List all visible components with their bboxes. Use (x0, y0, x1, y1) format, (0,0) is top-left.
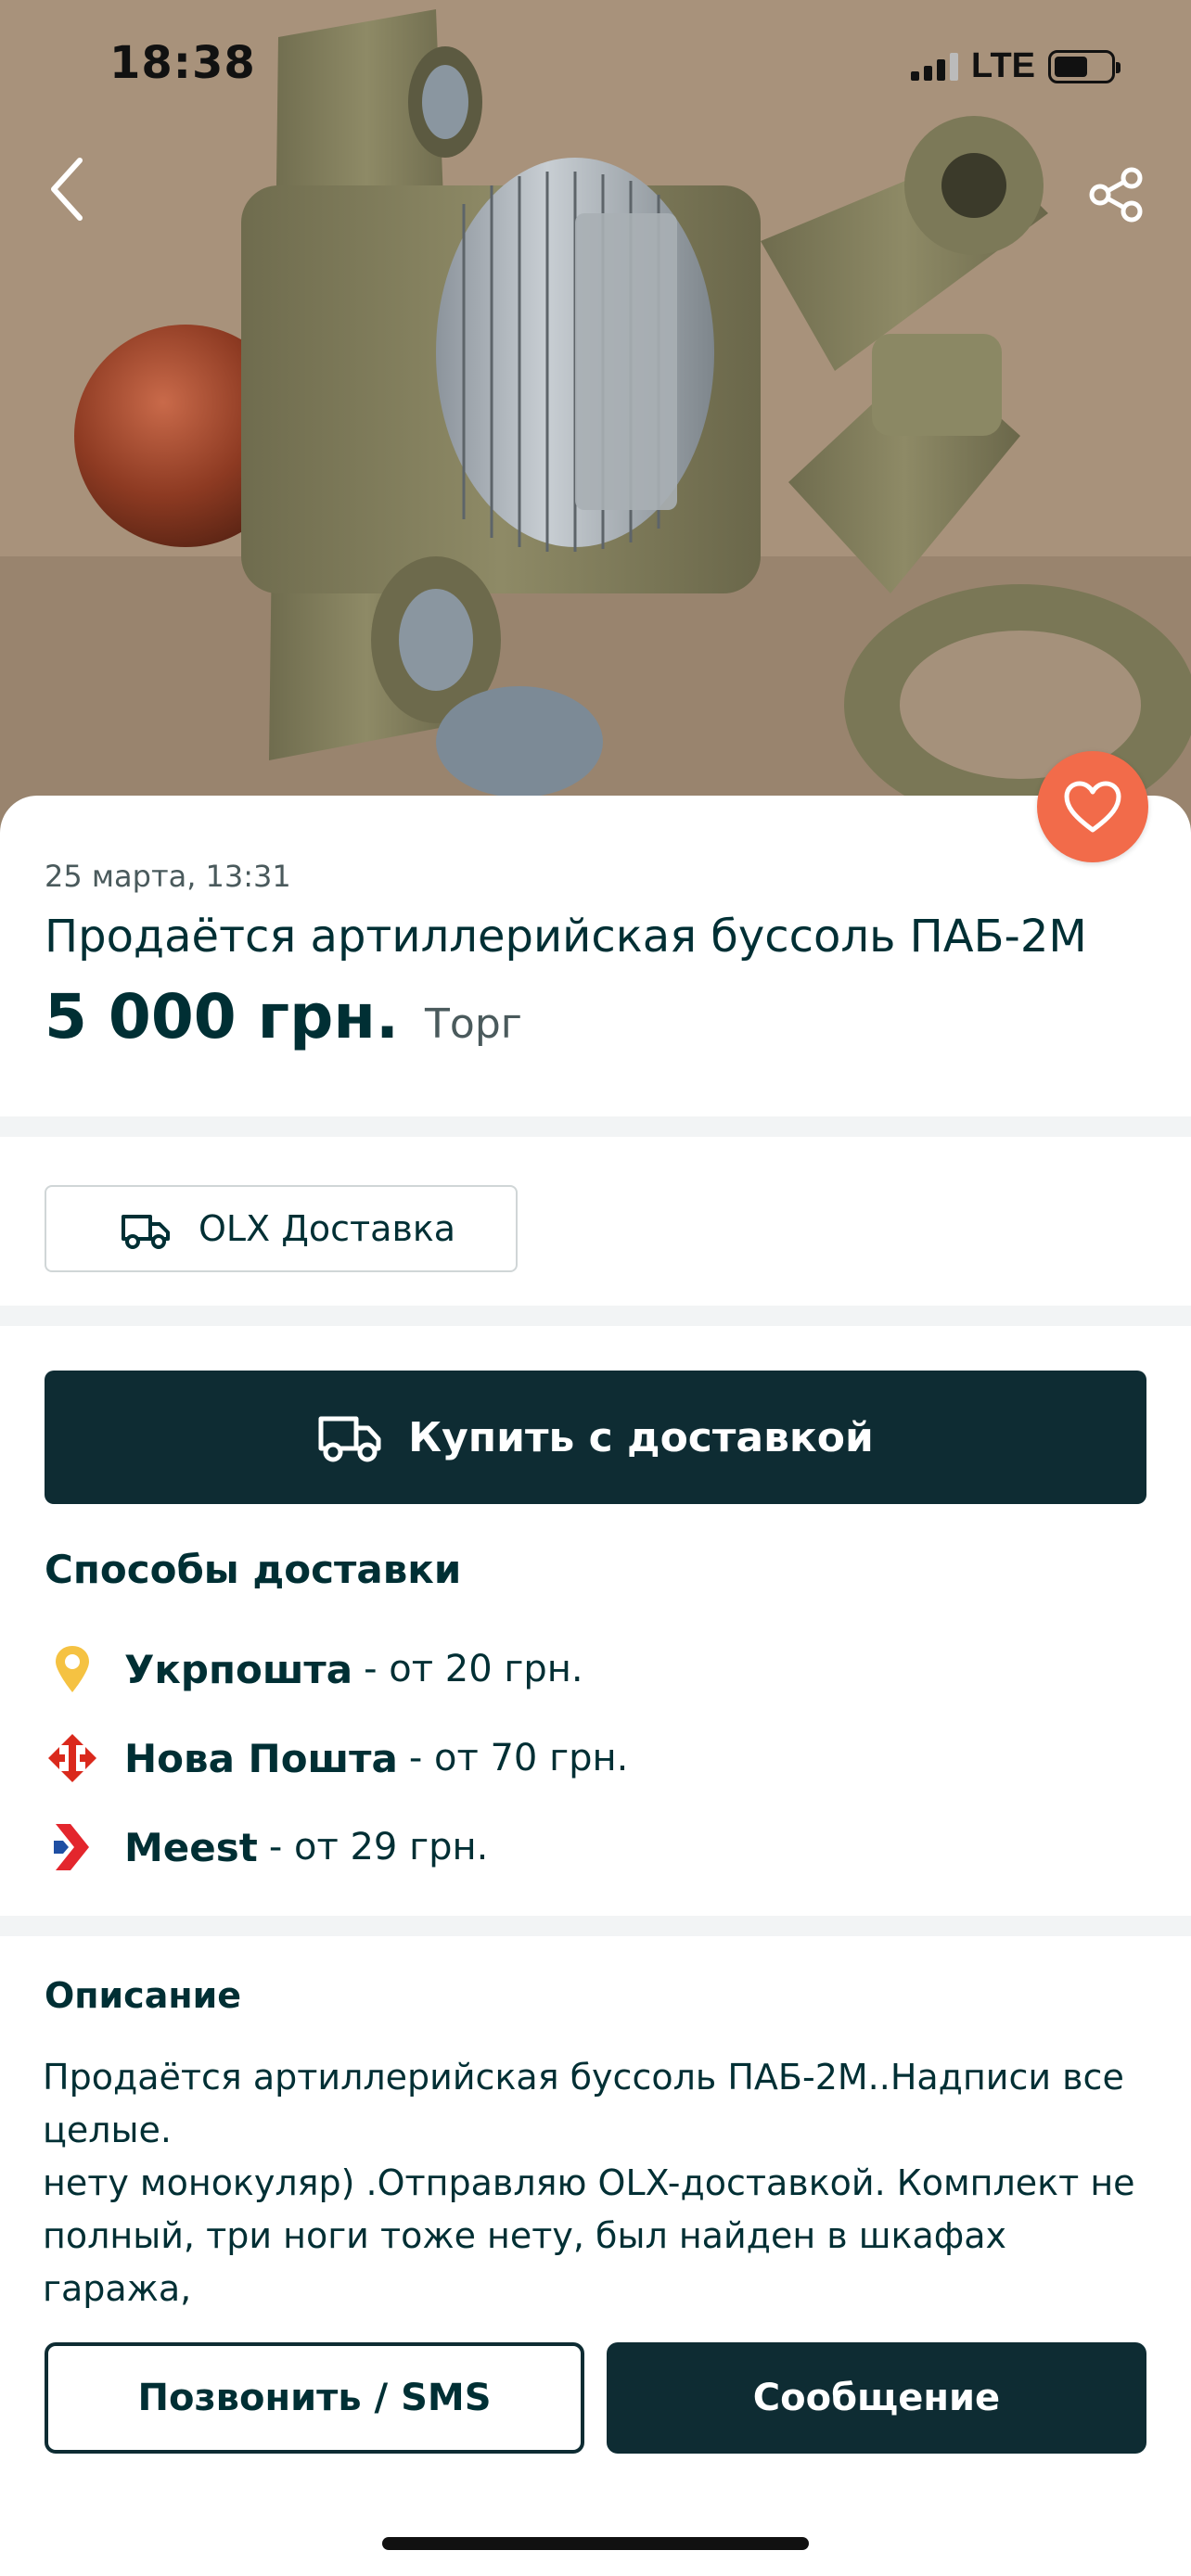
home-indicator[interactable] (382, 2537, 809, 2550)
call-sms-button[interactable]: Позвонить / SMS (45, 2342, 584, 2454)
listing-title: Продаётся артиллерийская буссоль ПАБ-2М (45, 911, 1087, 963)
section-divider (0, 1916, 1191, 1936)
delivery-name: Укрпошта (124, 1646, 353, 1692)
delivery-price: - от 29 грн. (268, 1826, 489, 1868)
delivery-methods-title: Способы доставки (45, 1547, 462, 1592)
negotiable-label: Торг (425, 1001, 522, 1048)
delivery-price: - от 70 грн. (408, 1737, 629, 1779)
delivery-item-ukrposhta: Укрпошта - от 20 грн. (45, 1641, 583, 1697)
favorite-button[interactable] (1037, 751, 1148, 862)
network-type: LTE (971, 46, 1035, 85)
section-divider (0, 1306, 1191, 1326)
share-button[interactable] (1080, 158, 1154, 232)
battery-icon (1048, 49, 1121, 83)
status-bar: 18:38 LTE (0, 0, 1191, 130)
buy-button-label: Купить с доставкой (408, 1413, 874, 1461)
heart-icon (1064, 781, 1121, 833)
message-button[interactable]: Сообщение (607, 2342, 1146, 2454)
truck-icon (318, 1416, 381, 1462)
delivery-name: Meest (124, 1824, 258, 1870)
status-time: 18:38 (109, 37, 256, 89)
listing-date: 25 марта, 13:31 (45, 859, 291, 894)
olx-delivery-label: OLX Доставка (198, 1208, 456, 1249)
signal-icon (911, 52, 959, 81)
olx-delivery-button[interactable]: OLX Доставка (45, 1185, 518, 1272)
truck-icon (122, 1215, 170, 1249)
delivery-name: Нова Пошта (124, 1735, 398, 1781)
listing-price: 5 000 грн. (45, 981, 400, 1052)
description-title: Описание (45, 1975, 242, 2016)
delivery-item-meest: Meest - от 29 грн. (45, 1819, 488, 1875)
back-button[interactable] (37, 148, 96, 230)
buy-with-delivery-button[interactable]: Купить с доставкой (45, 1371, 1146, 1504)
ukrposhta-pin-icon (45, 1641, 100, 1697)
delivery-price: - от 20 грн. (364, 1648, 583, 1690)
nova-poshta-icon (45, 1730, 100, 1786)
status-indicators: LTE (911, 46, 1121, 86)
share-icon (1089, 167, 1143, 223)
price-row: 5 000 грн. Торг (45, 981, 522, 1052)
delivery-item-nova-poshta: Нова Пошта - от 70 грн. (45, 1730, 628, 1786)
meest-icon (45, 1819, 100, 1875)
chevron-left-icon (51, 158, 83, 221)
section-divider (0, 1116, 1191, 1137)
